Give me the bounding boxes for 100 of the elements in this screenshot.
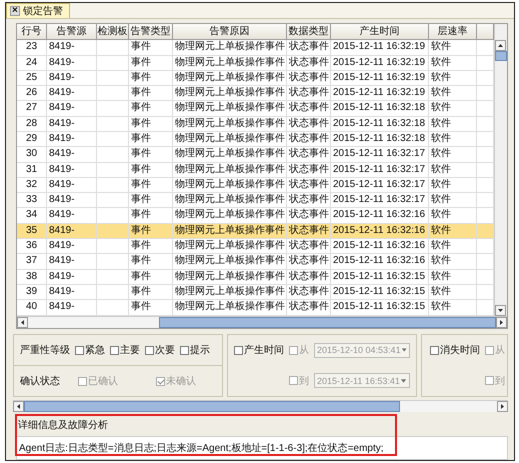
table-row[interactable]: 36 8419- 事件 物理网元上单板操作事件 状态事件 2015-12-11 16:32:16 软件 [17,239,494,254]
table-cell [97,224,129,240]
table-cell: 物理网元上单板操作事件 [173,224,287,240]
table-cell [97,56,129,71]
table-cell [97,284,129,300]
table-cell: 8419- [47,193,97,208]
table-cell: 39 [17,284,47,300]
table-cell: 软件 [429,40,477,56]
table-cell: 物理网元上单板操作事件 [173,193,287,208]
table-row[interactable]: 32 8419- 事件 物理网元上单板操作事件 状态事件 2015-12-11 16:32:17 软件 [17,178,494,194]
table-cell: 事件 [129,224,173,240]
column-header[interactable]: 告警原因 [173,24,287,40]
table-cell: 8419- [47,86,97,102]
table-cell: 8419- [47,254,97,270]
table-cell: 物理网元上单板操作事件 [173,101,287,117]
table-cell: 状态事件 [287,178,331,194]
table-cell: 27 [17,101,47,117]
table-cell: 8419- [47,162,97,178]
column-header[interactable]: 层速率 [429,24,477,40]
table-cell: 软件 [429,224,477,240]
table-row[interactable]: 35 8419- 事件 物理网元上单板操作事件 状态事件 2015-12-11 16:32:16 软件 [17,224,494,240]
table-row[interactable]: 24 8419- 事件 物理网元上单板操作事件 状态事件 2015-12-11 16:32:19 软件 [17,56,494,71]
table-row[interactable]: 26 8419- 事件 物理网元上单板操作事件 状态事件 2015-12-11 16:32:19 软件 [17,86,494,102]
table-row[interactable]: 39 8419- 事件 物理网元上单板操作事件 状态事件 2015-12-11 16:32:15 软件 [17,284,494,300]
field-label: 严重性等级 [20,344,70,358]
table-row[interactable]: 38 8419- 事件 物理网元上单板操作事件 状态事件 2015-12-11 16:32:15 软件 [17,270,494,285]
table-cell: 38 [17,270,47,285]
table-cell: 事件 [129,132,173,148]
table-cell: 软件 [429,116,477,132]
column-header[interactable]: 检测板 [97,24,129,40]
column-header[interactable]: 产生时间 [331,24,429,40]
table-cell: 事件 [129,162,173,178]
table-cell: 状态事件 [287,147,331,163]
checkbox[interactable]: 主要 [110,343,140,358]
table-row[interactable]: 28 8419- 事件 物理网元上单板操作事件 状态事件 2015-12-11 16:32:18 软件 [17,116,494,132]
table-cell: 状态事件 [287,56,331,71]
table-cell: 事件 [129,284,173,300]
table-row[interactable]: 27 8419- 事件 物理网元上单板操作事件 状态事件 2015-12-11 16:32:18 软件 [17,101,494,117]
table-row[interactable]: 25 8419- 事件 物理网元上单板操作事件 状态事件 2015-12-11 16:32:19 软件 [17,70,494,86]
column-header[interactable]: 告警源 [47,24,97,40]
column-header[interactable]: 数据类型 [287,24,331,40]
table-cell: 8419- [47,56,97,71]
table-cell: 2015-12-11 16:32:17 [331,193,429,208]
table-cell [97,101,129,117]
table-cell [97,270,129,285]
table-row[interactable]: 30 8419- 事件 物理网元上单板操作事件 状态事件 2015-12-11 16:32:17 软件 [17,147,494,163]
table-cell: 物理网元上单板操作事件 [173,56,287,71]
vertical-scrollbar[interactable] [494,24,507,316]
table-row[interactable]: 31 8419- 事件 物理网元上单板操作事件 状态事件 2015-12-11 16:32:17 软件 [17,162,494,178]
checkbox[interactable]: 紧急 [75,343,105,358]
table-cell: 24 [17,56,47,71]
column-header[interactable]: 行号 [17,24,47,40]
table-cell: 事件 [129,101,173,117]
horizontal-scrollbar[interactable] [17,316,507,328]
horizontal-scrollbar[interactable] [13,400,508,412]
table-cell: 软件 [429,254,477,270]
table-cell: 物理网元上单板操作事件 [173,70,287,86]
table-cell: 2015-12-11 16:32:15 [331,284,429,300]
table-cell: 37 [17,254,47,270]
table-cell: 事件 [129,254,173,270]
table-cell: 软件 [429,162,477,178]
detail-text: Agent日志:日志类型=消息日志;日志来源=Agent;板地址=[1-1-6-3];在位状态=empty; [19,442,384,454]
table-row[interactable]: 23 8419- 事件 物理网元上单板操作事件 状态事件 2015-12-11 16:32:19 软件 [17,40,494,56]
table-cell: 物理网元上单板操作事件 [173,147,287,163]
checkbox[interactable]: 消失时间 [430,343,480,358]
table-cell: 软件 [429,193,477,208]
column-header[interactable]: 告警类型 [129,24,173,40]
caret-icon [400,347,407,354]
table-cell: 8419- [47,284,97,300]
close-button[interactable]: × [10,6,20,16]
tab[interactable]: × 锁定告警 [6,3,70,18]
table-cell: 8419- [47,224,97,240]
table-row[interactable]: 37 8419- 事件 物理网元上单板操作事件 状态事件 2015-12-11 16:32:16 软件 [17,254,494,270]
table-cell: 状态事件 [287,101,331,117]
checkbox[interactable]: 产生时间 [234,343,284,358]
table-cell: 2015-12-11 16:32:18 [331,132,429,148]
table-cell: 2015-12-11 16:32:18 [331,101,429,117]
table-cell: 2015-12-11 16:32:16 [331,239,429,254]
scrollbar-thumb[interactable] [24,400,400,412]
checkbox[interactable]: 次要 [145,343,175,358]
table-cell: 事件 [129,147,173,163]
table-cell: 软件 [429,56,477,71]
table-cell: 8419- [47,116,97,132]
scrollbar-thumb[interactable] [495,51,507,62]
table-cell [97,86,129,102]
table-cell: 软件 [429,270,477,285]
checkbox[interactable]: 提示 [180,343,210,358]
table-cell: 软件 [429,284,477,300]
table-cell: 软件 [429,132,477,148]
table-cell: 事件 [129,56,173,71]
table-cell [97,70,129,86]
scrollbar-thumb[interactable] [159,316,496,328]
table-cell: 软件 [429,178,477,194]
table-cell: 2015-12-11 16:32:18 [331,116,429,132]
table-cell [97,132,129,148]
table-cell: 物理网元上单板操作事件 [173,254,287,270]
table-cell: 26 [17,86,47,102]
table-cell: 31 [17,162,47,178]
table-row[interactable]: 33 8419- 事件 物理网元上单板操作事件 状态事件 2015-12-11 16:32:17 软件 [17,193,494,208]
table-row[interactable]: 29 8419- 事件 物理网元上单板操作事件 状态事件 2015-12-11 16:32:18 软件 [17,132,494,148]
